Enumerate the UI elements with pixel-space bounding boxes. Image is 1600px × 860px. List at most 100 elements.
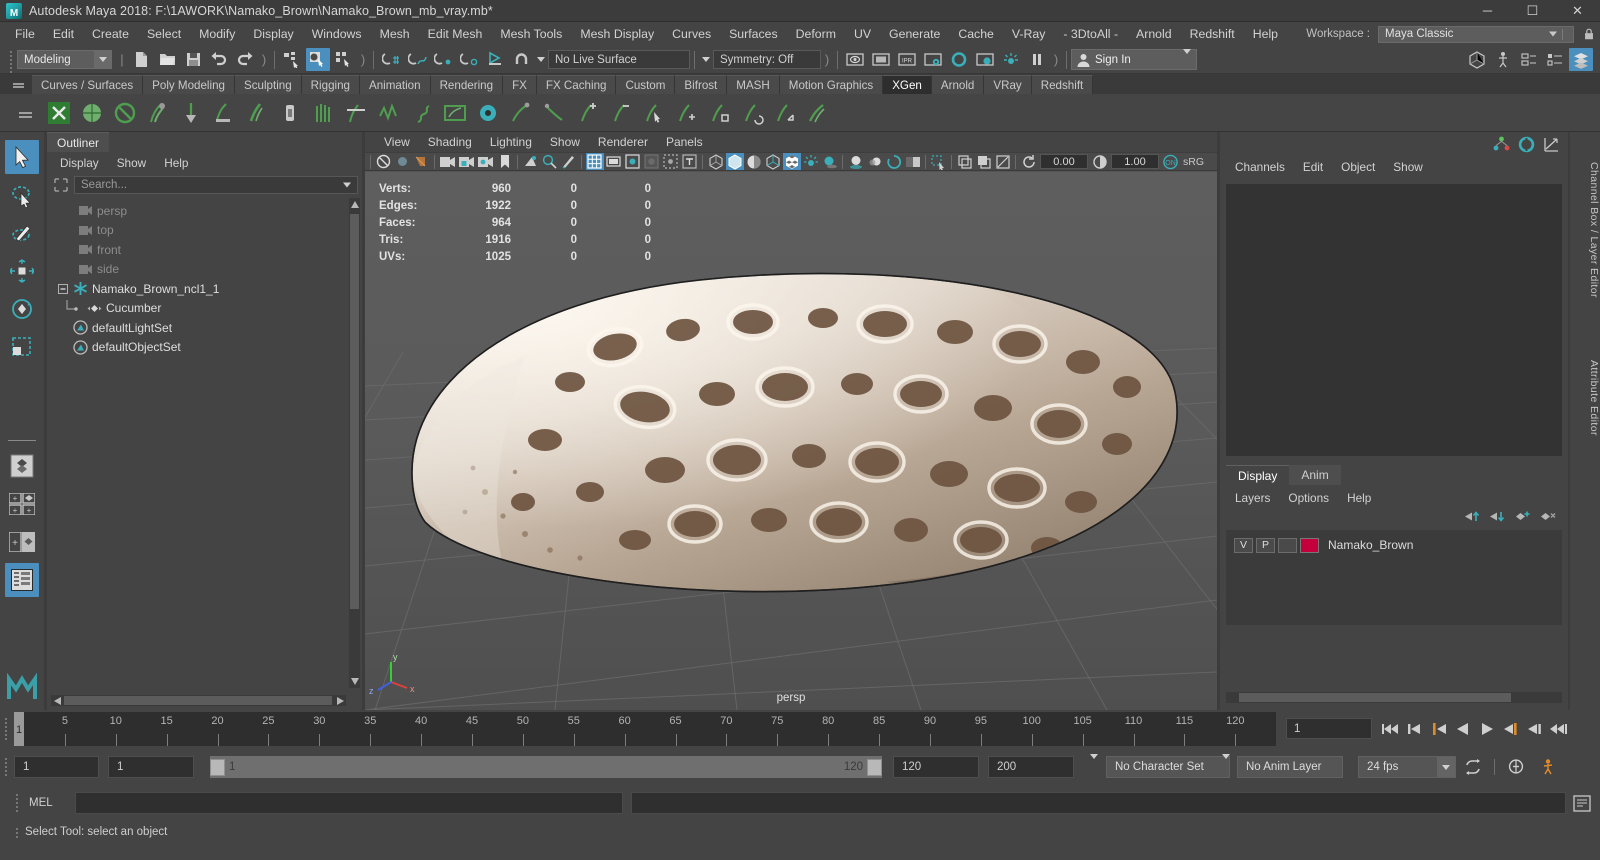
- shelf-tab-fx-caching[interactable]: FX Caching: [536, 75, 617, 94]
- outliner-node-side[interactable]: side: [51, 260, 348, 280]
- step-forward-key-icon[interactable]: [1500, 718, 1522, 740]
- move-layer-up-icon[interactable]: [1465, 510, 1481, 523]
- playback-start-field[interactable]: 1: [108, 756, 194, 778]
- viewport-menu-lighting[interactable]: Lighting: [481, 132, 541, 152]
- menu-select[interactable]: Select: [138, 22, 190, 46]
- safe-action-icon[interactable]: [662, 153, 680, 170]
- shelf-tab-animation[interactable]: Animation: [360, 75, 431, 94]
- shelf-tab-rendering[interactable]: Rendering: [430, 75, 504, 94]
- render-view-icon[interactable]: [843, 48, 867, 71]
- use-all-lights-icon[interactable]: [802, 153, 820, 170]
- channel-menu-edit[interactable]: Edit: [1294, 156, 1332, 178]
- outliner-node-namako-brown-ncl1-1[interactable]: Namako_Brown_ncl1_1: [51, 279, 348, 299]
- bookmark-icon[interactable]: [496, 153, 514, 170]
- auto-key-icon[interactable]: [1507, 758, 1525, 775]
- xgen-cut-icon[interactable]: [339, 96, 372, 130]
- new-layer-from-selected-icon[interactable]: [1540, 510, 1556, 523]
- menu-mesh-tools[interactable]: Mesh Tools: [491, 22, 571, 46]
- layer-list-scrollbar[interactable]: [1226, 692, 1562, 703]
- scroll-left-icon[interactable]: [51, 695, 63, 706]
- symmetry-field[interactable]: Symmetry: Off: [713, 50, 821, 69]
- character-set-chevron-icon[interactable]: [1090, 754, 1098, 773]
- channel-menu-channels[interactable]: Channels: [1226, 156, 1294, 178]
- shelf-tab-custom[interactable]: Custom: [616, 75, 676, 94]
- new-layer-icon[interactable]: [1515, 510, 1531, 523]
- menu-vray[interactable]: V-Ray: [1003, 22, 1055, 46]
- menu-create[interactable]: Create: [83, 22, 138, 46]
- xgen-density-brush-icon[interactable]: [174, 96, 207, 130]
- select-by-object-icon[interactable]: [306, 48, 330, 71]
- select-by-hierarchy-icon[interactable]: [280, 48, 304, 71]
- save-scene-icon[interactable]: [181, 48, 205, 71]
- menu-deform[interactable]: Deform: [787, 22, 845, 46]
- scroll-down-icon[interactable]: [349, 675, 360, 688]
- select-camera-icon[interactable]: [375, 153, 393, 170]
- menu-curves[interactable]: Curves: [663, 22, 720, 46]
- layer-menu-layers[interactable]: Layers: [1226, 487, 1279, 509]
- xgen-sphere-icon[interactable]: [75, 96, 108, 130]
- isolate-select-icon[interactable]: [930, 153, 948, 170]
- xgen-render-icon[interactable]: [471, 96, 504, 130]
- layer-playback-toggle[interactable]: P: [1256, 537, 1275, 553]
- xgen-curves-from-guides-icon[interactable]: [537, 96, 570, 130]
- xgen-remove-guide-icon[interactable]: [603, 96, 636, 130]
- menu-arnold[interactable]: Arnold: [1127, 22, 1181, 46]
- viewport-menu-view[interactable]: View: [375, 132, 419, 152]
- close-button[interactable]: ✕: [1555, 0, 1600, 22]
- gamma-field[interactable]: 1.00: [1111, 154, 1159, 169]
- layer-visibility-toggle[interactable]: V: [1234, 537, 1253, 553]
- menu-set-dropdown[interactable]: Modeling: [17, 50, 112, 69]
- outliner-node-persp[interactable]: persp: [51, 201, 348, 221]
- gamma-reset-icon[interactable]: [1091, 153, 1109, 170]
- shelf-options-grip[interactable]: [8, 94, 42, 132]
- maximize-button[interactable]: ☐: [1510, 0, 1555, 22]
- outliner-horizontal-scrollbar[interactable]: [51, 695, 346, 706]
- menu-generate[interactable]: Generate: [880, 22, 949, 46]
- range-start-field[interactable]: 1: [14, 756, 99, 778]
- channel-box-attribute-list[interactable]: [1226, 184, 1562, 456]
- shelf-tab-vray[interactable]: VRay: [984, 75, 1032, 94]
- command-language-label[interactable]: MEL: [29, 797, 67, 809]
- xgen-interactive-groom-icon[interactable]: [801, 96, 834, 130]
- snap-options-chevron-icon[interactable]: [534, 57, 548, 62]
- smooth-shade-all-icon[interactable]: [725, 153, 744, 170]
- exposure-reset-icon[interactable]: [1020, 153, 1038, 170]
- sign-in-button[interactable]: Sign In: [1071, 48, 1197, 70]
- ambient-occlusion-icon[interactable]: [847, 153, 865, 170]
- menu-uv[interactable]: UV: [845, 22, 880, 46]
- show-hide-hud-icon[interactable]: [1491, 48, 1515, 71]
- xgen-length-brush-icon[interactable]: [207, 96, 240, 130]
- outliner-node-defaultlightset[interactable]: defaultLightSet: [51, 318, 348, 338]
- scroll-right-icon[interactable]: [334, 695, 346, 706]
- xgen-coil-icon[interactable]: [405, 96, 438, 130]
- menu-modify[interactable]: Modify: [190, 22, 244, 46]
- shelf-tab-arnold[interactable]: Arnold: [931, 75, 985, 94]
- field-chart-icon[interactable]: [643, 153, 661, 170]
- play-backwards-icon[interactable]: [1452, 718, 1474, 740]
- select-tool-button[interactable]: [5, 140, 39, 174]
- outliner-search-input[interactable]: Search...: [74, 175, 358, 194]
- viewport-menu-panels[interactable]: Panels: [657, 132, 712, 152]
- move-layer-down-icon[interactable]: [1490, 510, 1506, 523]
- tab-display-layers[interactable]: Display: [1226, 465, 1290, 485]
- filter-icon[interactable]: [51, 176, 71, 194]
- shelf-grip[interactable]: [10, 75, 26, 93]
- snap-to-projected-center-icon[interactable]: [457, 48, 481, 71]
- menu-cache[interactable]: Cache: [949, 22, 1003, 46]
- character-set-dropdown[interactable]: No Character Set: [1106, 756, 1230, 778]
- bookmark-camera-icon[interactable]: [413, 153, 431, 170]
- render-setup-icon[interactable]: [973, 48, 997, 71]
- layer-menu-help[interactable]: Help: [1338, 487, 1380, 509]
- range-start-handle[interactable]: [210, 758, 225, 776]
- snap-to-grid-icon[interactable]: [379, 48, 403, 71]
- time-slider-track[interactable]: 1 5 10 15 20 25 30 35 40 45 50 55 60 65 70 75 80 85 90 95 1…: [14, 712, 1276, 746]
- safe-title-icon[interactable]: [681, 153, 699, 170]
- step-back-frame-icon[interactable]: [1404, 718, 1426, 740]
- outliner-node-top[interactable]: top: [51, 221, 348, 241]
- scale-tool-button[interactable]: [5, 330, 39, 364]
- channel-menu-object[interactable]: Object: [1332, 156, 1384, 178]
- menu-display[interactable]: Display: [244, 22, 302, 46]
- lock-icon[interactable]: [1582, 27, 1596, 41]
- outliner-node-cucumber[interactable]: Cucumber: [51, 299, 348, 319]
- xgen-create-description-icon[interactable]: [42, 96, 75, 130]
